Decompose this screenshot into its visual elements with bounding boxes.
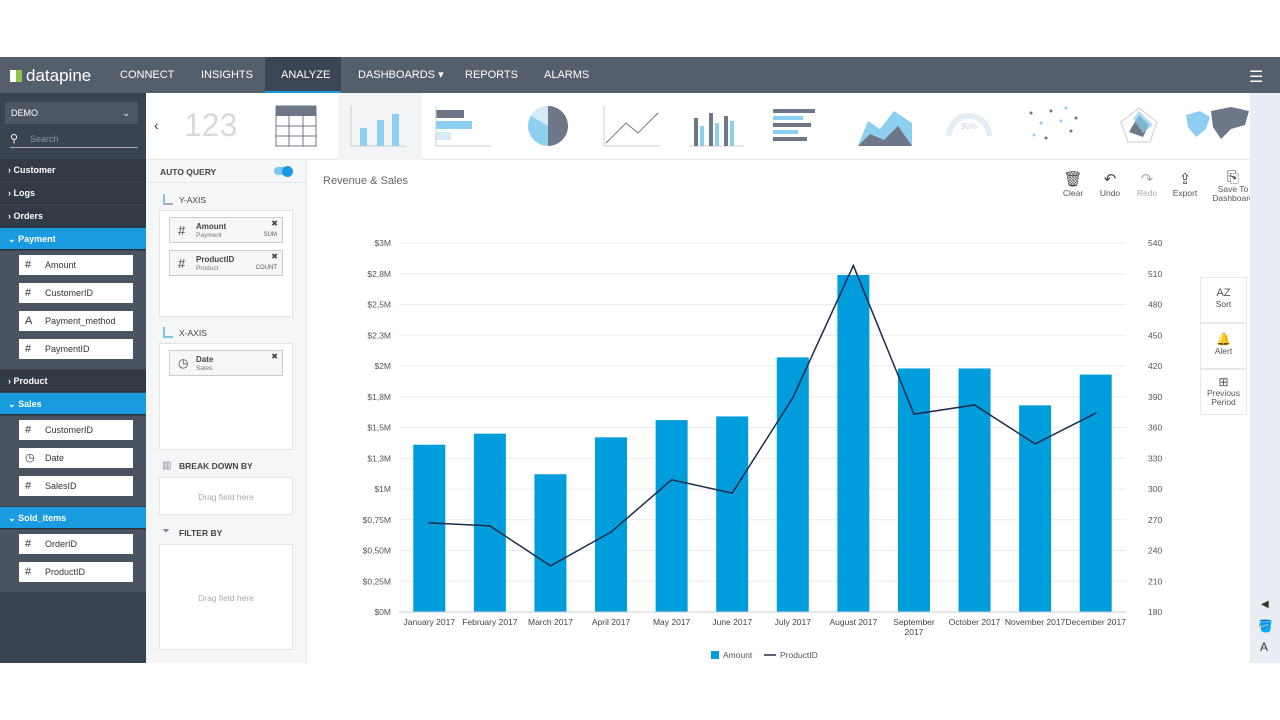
right-tick-label: 360	[1148, 423, 1162, 433]
left-tick-label: $2,3M	[367, 330, 391, 340]
right-tick-label: 330	[1148, 453, 1162, 463]
bar-amount[interactable]	[776, 357, 809, 612]
left-tick-label: $1,5M	[367, 423, 391, 433]
left-tick-label: $1,8M	[367, 392, 391, 402]
line-point	[913, 413, 915, 415]
right-tick-label: 510	[1148, 269, 1162, 279]
bar-amount[interactable]	[413, 444, 446, 612]
line-point	[852, 264, 855, 267]
line-productid[interactable]	[429, 263, 1097, 567]
right-tick-label: 450	[1148, 330, 1162, 340]
x-tick-label: April 2017	[592, 617, 631, 627]
right-tick-label: 480	[1148, 300, 1162, 310]
line-point	[1094, 412, 1097, 414]
line-point	[489, 525, 491, 527]
chart-svg: $0M 180 $0,25M 210 $0,50M 240 $0,75M 270 $1M 300 $…	[363, 238, 1163, 660]
bar-amount[interactable]	[655, 420, 688, 612]
line-point	[670, 478, 673, 481]
right-tick-label: 270	[1148, 515, 1162, 525]
left-tick-label: $2M	[374, 361, 391, 371]
bar-amount[interactable]	[534, 474, 567, 612]
line-point	[973, 404, 976, 406]
x-tick-label: July 2017	[775, 617, 812, 627]
left-tick-label: $1,3M	[367, 453, 391, 463]
left-tick-label: $3M	[374, 238, 391, 248]
x-tick-label: March 2017	[528, 617, 573, 627]
left-tick-label: $0,75M	[363, 515, 391, 525]
bar-amount[interactable]	[837, 274, 870, 612]
right-tick-label: 210	[1148, 576, 1162, 586]
left-tick-label: $2,8M	[367, 269, 391, 279]
line-point	[428, 522, 431, 524]
left-tick-label: $0M	[374, 607, 391, 617]
left-tick-label: $1M	[374, 484, 391, 494]
legend-productid[interactable]: ProductID	[780, 650, 818, 660]
bar-amount[interactable]	[1079, 374, 1112, 612]
bar-amount[interactable]	[897, 368, 930, 612]
left-tick-label: $0,50M	[363, 546, 391, 556]
line-point	[1034, 443, 1036, 445]
x-tick-label: January 2017	[404, 617, 456, 627]
bar-amount[interactable]	[473, 433, 506, 612]
line-point	[549, 565, 552, 567]
bar-amount[interactable]	[595, 437, 628, 612]
legend-amount-swatch[interactable]	[711, 651, 719, 659]
right-tick-label: 240	[1148, 546, 1162, 556]
x-tick-label: December 2017	[1065, 617, 1126, 627]
right-tick-label: 180	[1148, 607, 1162, 617]
x-tick-label: June 2017	[712, 617, 752, 627]
line-point	[610, 531, 612, 533]
line-point	[731, 492, 734, 494]
right-tick-label: 300	[1148, 484, 1162, 494]
x-tick-label: May 2017	[653, 617, 691, 627]
right-tick-label: 390	[1148, 392, 1162, 402]
left-tick-label: $2,5M	[367, 300, 391, 310]
left-tick-label: $0,25M	[363, 576, 391, 586]
right-tick-label: 420	[1148, 361, 1162, 371]
bar-amount[interactable]	[716, 416, 749, 612]
x-tick-label: August 2017	[830, 617, 878, 627]
x-tick-label: February 2017	[462, 617, 518, 627]
x-tick-label: October 2017	[949, 617, 1001, 627]
right-tick-label: 540	[1148, 238, 1162, 248]
line-point	[791, 396, 794, 399]
x-tick-label: September 2017	[893, 617, 935, 637]
legend-amount[interactable]: Amount	[723, 650, 753, 660]
x-tick-label: November 2017	[1005, 617, 1066, 627]
